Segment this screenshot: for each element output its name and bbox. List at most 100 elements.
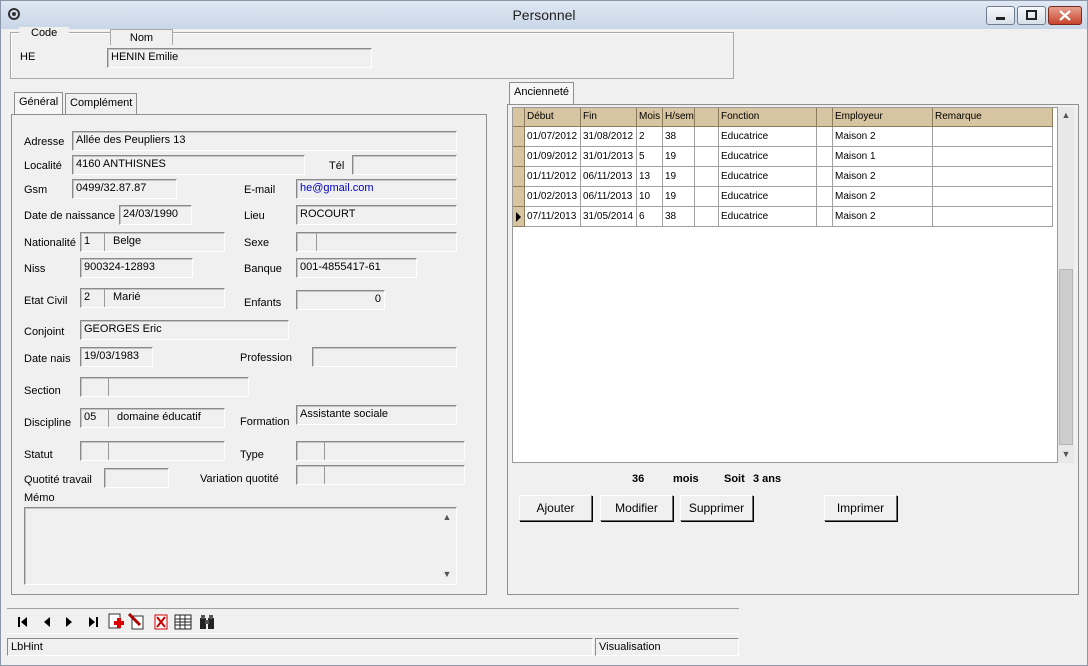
grid-cell-fonction[interactable]: Educatrice — [719, 167, 817, 187]
grid-header-fonction[interactable]: Fonction — [719, 108, 817, 127]
grid-cell-employeur[interactable]: Maison 2 — [833, 127, 933, 147]
statut-field[interactable] — [80, 441, 225, 461]
tel-field[interactable] — [352, 155, 457, 175]
grid-cell-debut[interactable]: 01/02/2013 — [525, 187, 581, 207]
grid-cell-fonction[interactable]: Educatrice — [719, 147, 817, 167]
binoculars-icon[interactable] — [197, 612, 217, 632]
grid-cell-mois[interactable]: 2 — [637, 127, 663, 147]
grid-cell-remarque[interactable] — [933, 167, 1053, 187]
enfants-field[interactable]: 0 — [296, 290, 385, 310]
profession-field[interactable] — [312, 347, 457, 367]
formation-field[interactable]: Assistante sociale — [296, 405, 457, 425]
close-button[interactable] — [1048, 6, 1082, 25]
grid-cell-fin[interactable]: 06/11/2013 — [581, 187, 637, 207]
nationalite-field[interactable]: 1 Belge — [80, 232, 225, 252]
section-field[interactable] — [80, 377, 249, 397]
grid-cell-blank2[interactable] — [817, 187, 833, 207]
grid-cell-hsem[interactable]: 38 — [663, 207, 695, 227]
last-record-icon[interactable] — [83, 612, 103, 632]
grid-scroll-up-icon[interactable]: ▲ — [1058, 107, 1074, 124]
next-record-icon[interactable] — [59, 612, 79, 632]
grid-cell-mois[interactable]: 6 — [637, 207, 663, 227]
grid-cell-fin[interactable]: 31/01/2013 — [581, 147, 637, 167]
grid-cell-employeur[interactable]: Maison 2 — [833, 187, 933, 207]
lieu-field[interactable]: ROCOURT — [296, 205, 457, 225]
tab-anciennete[interactable]: Ancienneté — [509, 82, 575, 105]
edit-record-icon[interactable] — [127, 612, 147, 632]
grid-scroll-down-icon[interactable]: ▼ — [1058, 446, 1074, 463]
quotite-field[interactable] — [104, 468, 169, 488]
memo-field[interactable] — [24, 507, 457, 585]
grid-cell-hsem[interactable]: 19 — [663, 147, 695, 167]
first-record-icon[interactable] — [13, 612, 33, 632]
grid-header-debut[interactable]: Début — [525, 108, 581, 127]
grid-cell-mois[interactable]: 13 — [637, 167, 663, 187]
grid-cell-blank1[interactable] — [695, 207, 719, 227]
anciennete-grid[interactable]: Début Fin Mois H/sem Fonction Employeur Remarq… — [512, 107, 1058, 463]
type-field[interactable] — [296, 441, 465, 461]
variation-field[interactable] — [296, 465, 465, 485]
imprimer-button[interactable]: Imprimer — [824, 495, 897, 521]
grid-cell-blank1[interactable] — [695, 167, 719, 187]
memo-scrollbar[interactable]: ▲ ▼ — [440, 509, 454, 583]
grid-cell-fonction[interactable]: Educatrice — [719, 187, 817, 207]
nom-field[interactable]: HENIN Emilie — [107, 48, 372, 68]
discipline-field[interactable]: 05 domaine éducatif — [80, 408, 225, 428]
adresse-field[interactable]: Allée des Peupliers 13 — [72, 131, 457, 151]
grid-view-icon[interactable] — [173, 612, 193, 632]
grid-cell-blank2[interactable] — [817, 127, 833, 147]
grid-cell-employeur[interactable]: Maison 1 — [833, 147, 933, 167]
grid-header-fin[interactable]: Fin — [581, 108, 637, 127]
grid-cell-fin[interactable]: 31/05/2014 — [581, 207, 637, 227]
row-indicator[interactable] — [513, 207, 525, 227]
grid-cell-debut[interactable]: 01/11/2012 — [525, 167, 581, 187]
delete-record-icon[interactable] — [151, 612, 171, 632]
gsm-field[interactable]: 0499/32.87.87 — [72, 179, 177, 199]
grid-cell-fonction[interactable]: Educatrice — [719, 207, 817, 227]
grid-scrollbar[interactable]: ▲ ▼ — [1058, 107, 1074, 463]
grid-cell-mois[interactable]: 10 — [637, 187, 663, 207]
grid-cell-debut[interactable]: 01/07/2012 — [525, 127, 581, 147]
grid-cell-employeur[interactable]: Maison 2 — [833, 207, 933, 227]
grid-header-hsem[interactable]: H/sem — [663, 108, 695, 127]
grid-cell-remarque[interactable] — [933, 207, 1053, 227]
grid-header-remarque[interactable]: Remarque — [933, 108, 1053, 127]
maximize-button[interactable] — [1017, 6, 1046, 25]
row-indicator[interactable] — [513, 147, 525, 167]
email-field[interactable]: he@gmail.com — [296, 179, 457, 199]
grid-cell-blank2[interactable] — [817, 207, 833, 227]
grid-cell-debut[interactable]: 01/09/2012 — [525, 147, 581, 167]
grid-cell-blank1[interactable] — [695, 187, 719, 207]
grid-cell-blank1[interactable] — [695, 147, 719, 167]
row-indicator[interactable] — [513, 127, 525, 147]
grid-cell-employeur[interactable]: Maison 2 — [833, 167, 933, 187]
grid-cell-remarque[interactable] — [933, 127, 1053, 147]
tab-complement[interactable]: Complément — [65, 93, 138, 114]
banque-field[interactable]: 001-4855417-61 — [296, 258, 417, 278]
grid-cell-debut[interactable]: 07/11/2013 — [525, 207, 581, 227]
row-indicator[interactable] — [513, 187, 525, 207]
row-indicator[interactable] — [513, 167, 525, 187]
naissance-field[interactable]: 24/03/1990 — [119, 205, 192, 225]
etat-civil-field[interactable]: 2 Marié — [80, 288, 225, 308]
grid-header-blank2[interactable] — [817, 108, 833, 127]
grid-header-mois[interactable]: Mois — [637, 108, 663, 127]
grid-scroll-thumb[interactable] — [1059, 269, 1073, 445]
modifier-button[interactable]: Modifier — [600, 495, 673, 521]
insert-record-icon[interactable] — [105, 612, 125, 632]
grid-cell-fonction[interactable]: Educatrice — [719, 127, 817, 147]
grid-cell-fin[interactable]: 06/11/2013 — [581, 167, 637, 187]
grid-cell-remarque[interactable] — [933, 147, 1053, 167]
memo-scroll-up-icon[interactable]: ▲ — [440, 509, 454, 526]
date-nais-field[interactable]: 19/03/1983 — [80, 347, 153, 367]
grid-cell-hsem[interactable]: 19 — [663, 167, 695, 187]
title-bar[interactable]: Personnel — [1, 1, 1087, 29]
grid-cell-hsem[interactable]: 19 — [663, 187, 695, 207]
niss-field[interactable]: 900324-12893 — [80, 258, 193, 278]
minimize-button[interactable] — [986, 6, 1015, 25]
conjoint-field[interactable]: GEORGES Eric — [80, 320, 289, 340]
grid-cell-blank1[interactable] — [695, 127, 719, 147]
tab-general[interactable]: Général — [14, 92, 64, 115]
grid-cell-hsem[interactable]: 38 — [663, 127, 695, 147]
grid-cell-mois[interactable]: 5 — [637, 147, 663, 167]
